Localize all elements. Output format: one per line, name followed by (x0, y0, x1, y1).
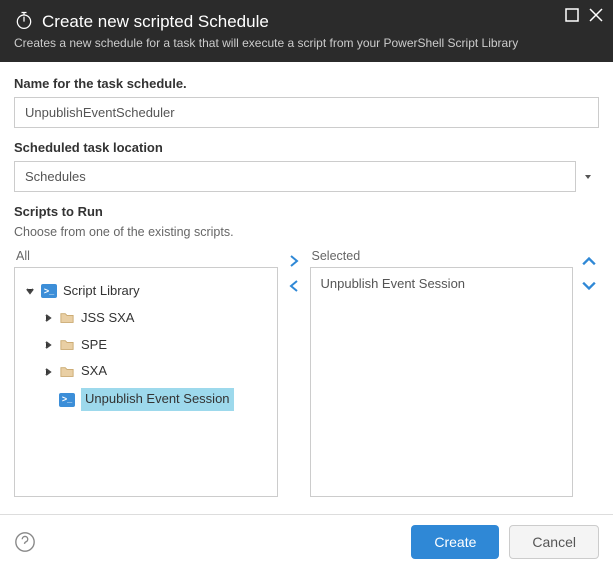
cancel-button[interactable]: Cancel (509, 525, 599, 559)
tree-root[interactable]: >_ Script Library (23, 278, 269, 305)
help-icon[interactable] (14, 531, 36, 553)
selected-scripts-pane: Unpublish Event Session (310, 267, 574, 497)
schedule-name-input[interactable] (14, 97, 599, 128)
tree-node-label: Unpublish Event Session (81, 388, 234, 411)
tree-node-label: SXA (81, 361, 107, 382)
selected-pane-header: Selected (310, 249, 574, 267)
dialog-subtitle: Creates a new schedule for a task that w… (14, 36, 599, 50)
create-button[interactable]: Create (411, 525, 499, 559)
move-down-icon[interactable] (582, 278, 596, 295)
move-up-icon[interactable] (582, 255, 596, 272)
folder-icon (59, 364, 75, 380)
stopwatch-icon (14, 10, 34, 33)
chevron-right-icon[interactable] (43, 368, 53, 376)
move-left-icon[interactable] (288, 280, 300, 295)
chevron-right-icon[interactable] (43, 314, 53, 322)
tree-node-unpublish-event-session[interactable]: >_ Unpublish Event Session (41, 385, 269, 414)
powershell-icon: >_ (59, 392, 75, 408)
tree-node-sxa[interactable]: SXA (41, 358, 269, 385)
tree-node-label: SPE (81, 335, 107, 356)
location-label: Scheduled task location (14, 140, 599, 155)
tree-node-jss-sxa[interactable]: JSS SXA (41, 305, 269, 332)
location-dropdown-toggle[interactable] (575, 161, 599, 192)
chevron-down-icon[interactable] (25, 287, 35, 295)
dialog-footer: Create Cancel (0, 514, 613, 571)
tree-node-label: JSS SXA (81, 308, 134, 329)
move-right-icon[interactable] (288, 255, 300, 270)
chevron-right-icon[interactable] (43, 341, 53, 349)
scripts-label: Scripts to Run (14, 204, 599, 219)
tree-root-label: Script Library (63, 281, 140, 302)
reorder-controls (579, 249, 599, 497)
all-pane-header: All (14, 249, 278, 267)
selected-item[interactable]: Unpublish Event Session (321, 276, 563, 291)
dialog-body: Name for the task schedule. Scheduled ta… (0, 62, 613, 514)
name-label: Name for the task schedule. (14, 76, 599, 91)
folder-icon (59, 337, 75, 353)
dialog-header: Create new scripted Schedule Creates a n… (0, 0, 613, 62)
folder-icon (59, 310, 75, 326)
maximize-icon[interactable] (565, 8, 579, 25)
tree-node-spe[interactable]: SPE (41, 332, 269, 359)
dialog-title: Create new scripted Schedule (42, 12, 269, 32)
mover-controls (284, 249, 304, 497)
scripts-sublabel: Choose from one of the existing scripts. (14, 225, 599, 239)
close-icon[interactable] (589, 8, 603, 25)
schedule-location-input[interactable] (14, 161, 599, 192)
script-library-icon: >_ (41, 283, 57, 299)
all-scripts-pane: >_ Script Library JSS SXA SPE (14, 267, 278, 497)
